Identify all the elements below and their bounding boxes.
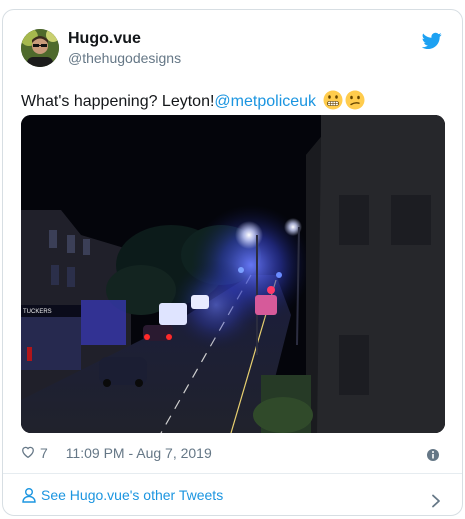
tweet-header: Hugo.vue @thehugodesigns (21, 28, 444, 70)
tweet-text-body: What's happening? Leyton! (21, 93, 215, 110)
twitter-bird-icon[interactable] (421, 32, 442, 50)
divider (3, 473, 462, 474)
heart-icon (21, 442, 35, 464)
person-icon (21, 483, 37, 503)
like-count: 7 (40, 445, 48, 461)
tweet-photo[interactable]: TUCKERS (21, 115, 445, 433)
author-handle[interactable]: @thehugodesigns (68, 49, 181, 67)
confused-face-emoji-icon (345, 90, 365, 110)
shop-sign: TUCKERS (23, 309, 52, 315)
tweet-meta: 7 11:09 PM - Aug 7, 2019 (21, 442, 444, 464)
tweet-text: What's happening? Leyton!@metpoliceuk (21, 90, 365, 113)
info-icon[interactable] (426, 446, 440, 461)
see-other-tweets-label[interactable]: See Hugo.vue's other Tweets (41, 487, 223, 503)
tweet-card: Hugo.vue @thehugodesigns What's happenin… (2, 9, 463, 516)
author-block[interactable]: Hugo.vue @thehugodesigns (68, 30, 181, 67)
author-name[interactable]: Hugo.vue (68, 30, 181, 48)
see-other-tweets-link[interactable]: See Hugo.vue's other Tweets (21, 480, 444, 510)
chevron-right-icon (430, 488, 442, 508)
mention-link[interactable]: @metpoliceuk (214, 93, 316, 110)
grimacing-face-emoji-icon (323, 90, 343, 110)
tweet-timestamp[interactable]: 11:09 PM - Aug 7, 2019 (66, 445, 212, 461)
like-button[interactable]: 7 (21, 442, 48, 464)
avatar[interactable] (21, 29, 59, 67)
